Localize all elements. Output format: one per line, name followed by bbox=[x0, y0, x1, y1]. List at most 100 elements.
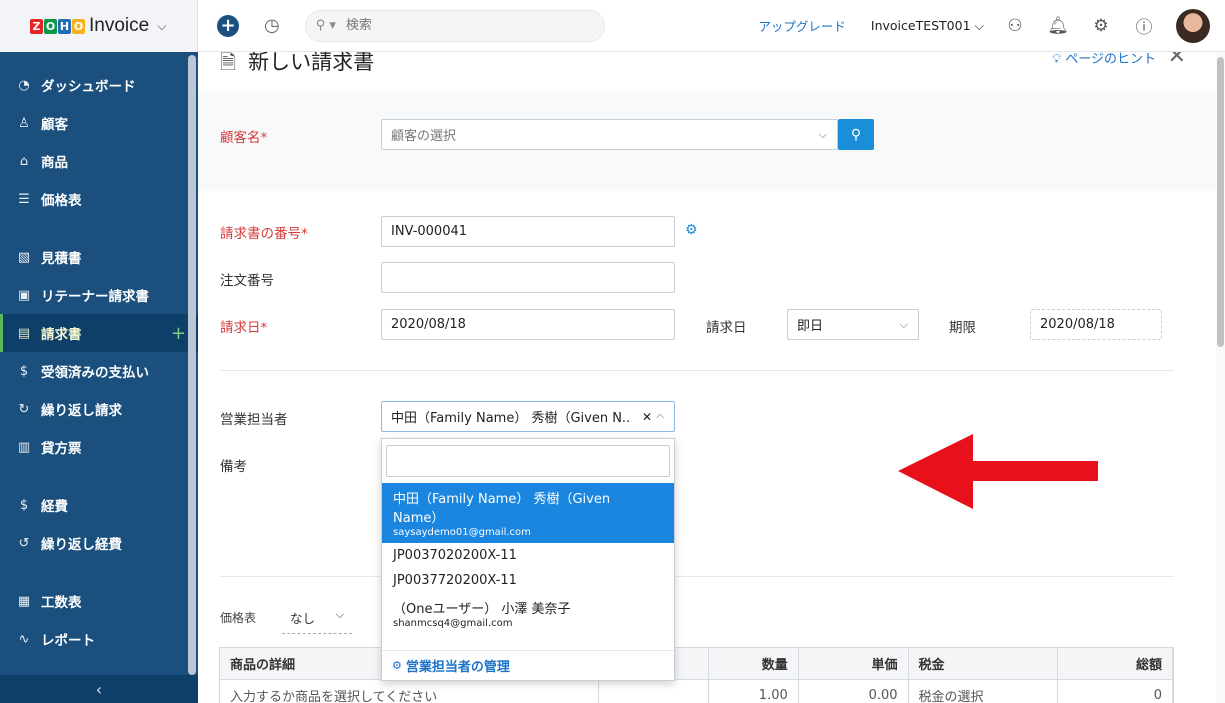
logo-letter: O bbox=[72, 18, 85, 34]
help-icon[interactable]: ⓘ bbox=[1133, 13, 1155, 38]
gear-icon: ⚙ bbox=[392, 659, 402, 672]
column-header: 税金 bbox=[909, 648, 1059, 679]
brand-switcher[interactable]: Z O H O Invoice ⌵ bbox=[0, 0, 198, 52]
page-hint-label: ページのヒント bbox=[1065, 52, 1156, 67]
global-search[interactable]: ⚲ ▾ bbox=[304, 9, 605, 42]
close-icon[interactable]: ✕ bbox=[1168, 52, 1186, 69]
sidebar-item-expense[interactable]: $ 経費 bbox=[0, 486, 198, 524]
dropdown-option[interactable]: JP0037720200X-11 bbox=[382, 568, 674, 593]
table-cell[interactable]: 0.00 bbox=[799, 680, 909, 703]
sidebar-item-label: レポート bbox=[41, 633, 95, 649]
table-cell[interactable]: 1.00 bbox=[709, 680, 799, 703]
sidebar-item-label: 繰り返し請求 bbox=[41, 403, 122, 419]
dashboard-icon: ◔ bbox=[18, 77, 30, 93]
invoice-date-input[interactable]: 2020/08/18 bbox=[381, 309, 675, 340]
customer-search-button[interactable]: ⚲ bbox=[838, 119, 874, 150]
gear-icon[interactable]: ⚙ bbox=[685, 222, 698, 238]
sidebar-item-label: 貸方票 bbox=[41, 441, 82, 457]
invoice-number-input[interactable]: INV-000041 bbox=[381, 216, 675, 247]
page-hint-link[interactable]: 💡︎ ページのヒント bbox=[1052, 52, 1156, 67]
upgrade-link[interactable]: アップグレード bbox=[758, 16, 846, 35]
clear-icon[interactable]: ✕ bbox=[642, 410, 652, 424]
page-scrollbar[interactable] bbox=[1216, 52, 1225, 703]
notes-label: 備考 bbox=[220, 459, 247, 475]
table-cell[interactable]: 税金の選択 bbox=[909, 680, 1059, 703]
order-number-input[interactable] bbox=[381, 262, 675, 293]
option-email: saysaydemo01@gmail.com bbox=[393, 527, 531, 538]
sidebar-item-list[interactable]: ☰ 価格表 bbox=[0, 180, 198, 218]
sidebar-item-label: ダッシュボード bbox=[41, 79, 136, 95]
sidebar-item-basket[interactable]: ⌂ 商品 bbox=[0, 142, 198, 180]
dropdown-search-input[interactable] bbox=[386, 445, 670, 477]
sidebar-item-recurring-invoice[interactable]: ↻ 繰り返し請求 bbox=[0, 390, 198, 428]
org-switcher[interactable]: InvoiceTEST001 ⌵ bbox=[871, 18, 984, 34]
table-row: 入力するか商品を選択してください 1.00 0.00 税金の選択 0 bbox=[220, 680, 1173, 703]
customer-section: 顧客名* 顧客の選択 ⌵ ⚲ bbox=[198, 91, 1216, 191]
sidebar-item-credit-note[interactable]: ▥ 貸方票 bbox=[0, 428, 198, 466]
basket-icon: ⌂ bbox=[19, 153, 29, 169]
due-date-input[interactable]: 2020/08/18 bbox=[1030, 309, 1162, 340]
document-icon: 🗎 bbox=[220, 52, 237, 74]
option-email: shanmcsq4@gmail.com bbox=[393, 618, 513, 629]
order-number-label: 注文番号 bbox=[220, 273, 274, 289]
payment-icon: $ bbox=[19, 363, 29, 379]
add-icon[interactable]: + bbox=[171, 323, 186, 344]
page-header: 🗎 新しい請求書 💡︎ ページのヒント ✕ bbox=[198, 52, 1216, 92]
terms-value: 即日 bbox=[797, 319, 824, 334]
chevron-down-icon: ⌵ bbox=[818, 127, 827, 141]
dropdown-option[interactable]: （Oneユーザー） 小澤 美奈子 shanmcsq4@gmail.com bbox=[382, 593, 674, 634]
dropdown-option[interactable]: JP0037020200X-11 bbox=[382, 543, 674, 568]
scrollbar-thumb[interactable] bbox=[1217, 57, 1224, 347]
sidebar-scrollbar[interactable] bbox=[188, 55, 196, 675]
invoice-number-label: 請求書の番号* bbox=[220, 226, 308, 242]
sidebar-item-retainer[interactable]: ▣ リテーナー請求書 bbox=[0, 276, 198, 314]
expense-icon: $ bbox=[19, 497, 29, 513]
sidebar-collapse-button[interactable]: ‹ bbox=[0, 675, 198, 703]
users-icon[interactable]: ⚇ bbox=[1004, 16, 1026, 36]
pricelist-select[interactable]: なし ⌵ bbox=[282, 608, 352, 634]
option-name: 中田（Family Name） 秀樹（Given Name） bbox=[393, 492, 611, 526]
page-title: 新しい請求書 bbox=[248, 52, 375, 74]
manage-salesperson-link[interactable]: ⚙ 営業担当者の管理 bbox=[382, 650, 674, 680]
sidebar-item-estimate[interactable]: ▧ 見積書 bbox=[0, 238, 198, 276]
sidebar-item-recurring-expense[interactable]: ↺ 繰り返し経費 bbox=[0, 524, 198, 562]
terms-select[interactable]: 即日 ⌵ bbox=[787, 309, 919, 340]
avatar[interactable] bbox=[1176, 8, 1210, 43]
credit-note-icon: ▥ bbox=[17, 439, 31, 455]
table-cell[interactable] bbox=[599, 680, 709, 703]
salesperson-dropdown: 中田（Family Name） 秀樹（Given Name） saysaydemo… bbox=[381, 438, 675, 681]
due-date-label: 期限 bbox=[949, 320, 976, 336]
customer-placeholder: 顧客の選択 bbox=[391, 129, 457, 144]
column-header: 単価 bbox=[799, 648, 909, 679]
history-icon[interactable]: ◷ bbox=[264, 15, 280, 36]
customer-select[interactable]: 顧客の選択 ⌵ bbox=[381, 119, 838, 150]
invoice-number-value: INV-000041 bbox=[391, 224, 468, 239]
user-icon: ♙ bbox=[18, 115, 30, 131]
sidebar-item-payment[interactable]: $ 受領済みの支払い bbox=[0, 352, 198, 390]
app-name: Invoice bbox=[89, 15, 150, 36]
sidebar-item-timesheet[interactable]: ▦ 工数表 bbox=[0, 582, 198, 620]
top-bar: + ◷ ⚲ ▾ アップグレード InvoiceTEST001 ⌵ ⚇ 🔔︎ ⚙ … bbox=[198, 0, 1225, 52]
quick-create-button[interactable]: + bbox=[217, 14, 239, 37]
table-cell[interactable]: 0 bbox=[1058, 680, 1173, 703]
estimate-icon: ▧ bbox=[17, 249, 31, 265]
sidebar-item-dashboard[interactable]: ◔ ダッシュボード bbox=[0, 66, 198, 104]
gear-icon[interactable]: ⚙ bbox=[1090, 16, 1112, 36]
sidebar-item-user[interactable]: ♙ 顧客 bbox=[0, 104, 198, 142]
search-input[interactable] bbox=[345, 18, 546, 33]
sidebar-item-report[interactable]: ∿ レポート bbox=[0, 620, 198, 658]
search-icon: ⚲ bbox=[850, 126, 862, 143]
sidebar-item-invoice[interactable]: ▤ 請求書 + bbox=[0, 314, 198, 352]
manage-salesperson-label: 営業担当者の管理 bbox=[405, 660, 510, 675]
invoice-icon: ▤ bbox=[17, 325, 31, 341]
salesperson-select[interactable]: 中田（Family Name） 秀樹（Given N... ✕ ⌵ bbox=[381, 401, 675, 432]
chevron-down-icon: ⌵ bbox=[335, 608, 344, 621]
invoice-date-value: 2020/08/18 bbox=[391, 317, 466, 332]
dropdown-option[interactable]: 中田（Family Name） 秀樹（Given Name） saysaydemo… bbox=[382, 483, 674, 543]
bell-icon[interactable]: 🔔︎ bbox=[1047, 16, 1069, 36]
column-header: 数量 bbox=[709, 648, 799, 679]
table-cell[interactable]: 入力するか商品を選択してください bbox=[220, 680, 600, 703]
